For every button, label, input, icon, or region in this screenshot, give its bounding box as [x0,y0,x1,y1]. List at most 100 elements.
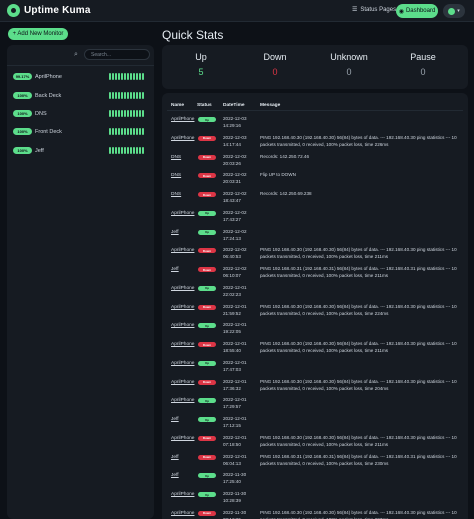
status-pages-link[interactable]: ☰ Status Pages [352,6,397,14]
event-monitor-link[interactable]: AprilPhone [171,248,194,253]
status-badge: Down [198,192,216,197]
avatar [448,7,456,15]
table-row: AprilPhone Up 2022-12-01 17:29:57 [167,395,463,413]
event-time: 18:43:47 [223,198,241,203]
status-badge: Up [198,473,216,479]
event-date: 2022-12-02 [223,228,247,234]
event-message: PING 192.168.40.30 (192.168.40.30) 56(84… [260,134,457,147]
event-monitor-link[interactable]: Jeff [171,230,179,235]
stat-pause-label: Pause [410,52,436,62]
event-monitor-link[interactable]: AprilPhone [171,286,194,291]
event-date: 2022-12-01 [223,341,247,346]
event-monitor-link[interactable]: AprilPhone [171,136,194,141]
heartbeat-bar [109,92,144,99]
status-badge: Down [198,304,216,310]
event-datetime: 2022-11-30 10:28:39 [223,490,257,504]
table-row: Jeff Up 2022-12-01 17:12:15 [167,414,463,432]
event-time: 19:22:05 [223,329,241,335]
event-monitor-link[interactable]: AprilPhone [171,305,194,310]
event-monitor-link[interactable]: AprilPhone [171,211,194,216]
event-date: 2022-12-01 [223,359,247,365]
status-badge: Down [198,379,216,385]
event-monitor-link[interactable]: Jeff [171,473,179,478]
event-monitor-link[interactable]: Jeff [171,417,179,422]
status-badge: Down [198,454,216,460]
event-datetime: 2022-12-03 14:29:16 [223,115,257,129]
monitor-name: AprilPhone [35,73,62,80]
event-datetime: 2022-11-30 17:25:40 [223,471,257,485]
event-monitor-link[interactable]: AprilPhone [171,380,194,385]
tachometer-icon: ◉ [398,8,404,15]
status-badge: Down [198,173,216,179]
event-datetime: 2022-12-03 14:17:44 [223,134,257,148]
table-row: AprilPhone Up 2022-12-03 14:29:16 [167,114,463,132]
status-badge: Up [198,398,216,404]
table-row: AprilPhone Down 2022-12-01 21:59:52 PING 192… [167,302,463,320]
column-header-datetime: DateTime [223,103,245,108]
event-monitor-link[interactable]: AprilPhone [171,323,194,328]
table-header-divider [167,110,463,111]
event-datetime: 2022-12-01 06:04:13 [223,453,257,467]
chevron-down-icon: ▾ [457,8,460,14]
column-header-name: Name [171,103,185,108]
event-time: 10:28:39 [223,498,241,503]
heartbeat-bar [109,73,144,80]
stat-unknown-value: 0 [346,67,352,77]
profile-menu-button[interactable]: ▾ [443,4,465,18]
column-header-status: Status [197,103,212,108]
event-time: 20:03:26 [223,160,241,166]
event-date: 2022-12-01 [223,284,247,290]
event-time: 17:36:32 [223,385,241,391]
event-datetime: 2022-12-01 19:22:05 [223,321,257,335]
uptime-kuma-logo-icon[interactable] [7,4,20,17]
monitor-item-aprilphone[interactable]: 99.17% AprilPhone [10,71,150,82]
monitor-item-dns[interactable]: 100% DNS [10,108,150,119]
app-title[interactable]: Uptime Kuma [24,5,91,16]
status-badge: Up [198,323,216,329]
event-monitor-link[interactable]: AprilPhone [171,342,194,347]
stat-up: Up 5 [163,52,239,77]
event-monitor-link[interactable]: DNS [171,155,181,160]
event-monitor-link[interactable]: AprilPhone [171,398,194,403]
event-message: Records: 142.250.69.238 [260,191,312,196]
dashboard-label: Dashboard [405,8,436,14]
event-monitor-link[interactable]: DNS [171,173,181,178]
event-monitor-link[interactable]: AprilPhone [171,492,194,497]
table-row: AprilPhone Down 2022-12-01 07:18:50 PING 192… [167,433,463,451]
table-row: AprilPhone Down 2022-12-01 18:55:40 PING 192… [167,339,463,357]
event-monitor-link[interactable]: AprilPhone [171,117,194,122]
monitor-item-front-deck[interactable]: 100% Front Deck [10,126,150,137]
status-pages-label: Status Pages [360,6,397,13]
event-datetime: 2022-12-01 17:47:03 [223,359,257,373]
event-datetime: 2022-12-02 17:43:27 [223,209,257,223]
dashboard-button[interactable]: ◉ Dashboard [396,4,438,18]
status-badge: Down [198,342,216,347]
heartbeat-bar [109,147,144,154]
table-row: AprilPhone Up 2022-11-30 10:28:39 [167,489,463,507]
event-date: 2022-11-30 [223,472,247,478]
monitor-item-jeff[interactable]: 100% Jeff [10,145,150,156]
event-monitor-link[interactable]: AprilPhone [171,511,194,516]
stat-down-label: Down [263,52,287,62]
search-input[interactable] [84,49,150,60]
event-time: 17:12:15 [223,423,241,428]
event-time: 17:47:03 [223,366,241,372]
event-monitor-link[interactable]: Jeff [171,267,179,272]
event-date: 2022-12-02 [223,247,247,253]
event-date: 2022-11-30 [223,491,247,496]
status-badge: Up [198,417,216,422]
stat-down-value: 0 [272,67,278,77]
event-date: 2022-12-02 [223,191,247,196]
event-monitor-link[interactable]: AprilPhone [171,361,194,366]
event-datetime: 2022-12-02 17:24:13 [223,228,257,242]
event-monitor-link[interactable]: Jeff [171,455,179,460]
event-monitor-link[interactable]: DNS [171,192,181,197]
event-date: 2022-12-03 [223,116,247,121]
heartbeat-bar [109,110,144,117]
monitor-item-back-deck[interactable]: 100% Back Deck [10,90,150,101]
stat-up-value: 5 [198,67,204,77]
event-monitor-link[interactable]: AprilPhone [171,436,194,441]
add-new-monitor-button[interactable]: + Add New Monitor [8,28,68,40]
table-row: AprilPhone Up 2022-12-01 19:22:05 [167,320,463,338]
event-datetime: 2022-12-01 17:29:57 [223,396,257,410]
